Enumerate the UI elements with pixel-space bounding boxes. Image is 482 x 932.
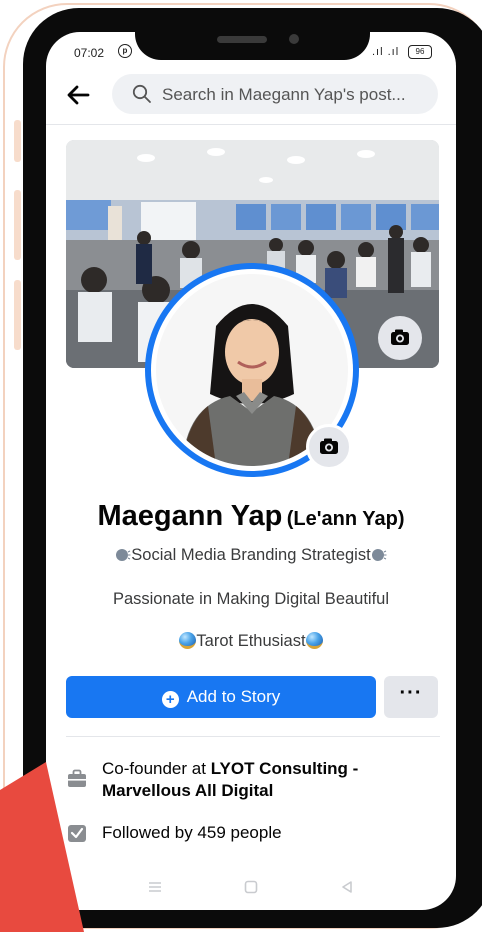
decorative-red-shape xyxy=(0,762,84,932)
notch xyxy=(135,8,370,60)
